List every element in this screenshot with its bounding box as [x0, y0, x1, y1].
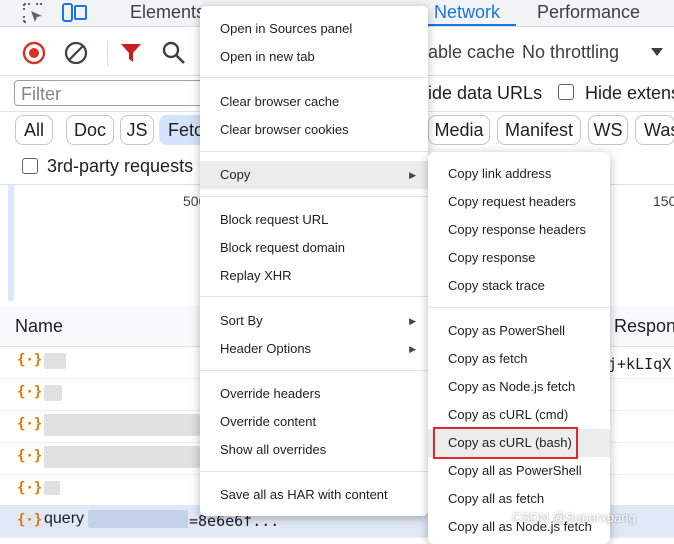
menu-item-save-har[interactable]: Save all as HAR with content	[200, 481, 428, 509]
search-icon[interactable]	[162, 41, 186, 65]
xhr-icon: {·}	[17, 480, 43, 496]
tab-elements[interactable]: Elements	[130, 0, 205, 26]
menu-item-copy-stack-trace[interactable]: Copy stack trace	[428, 272, 610, 300]
xhr-icon: {·}	[17, 352, 43, 368]
menu-item-open-in-sources[interactable]: Open in Sources panel	[200, 15, 428, 43]
xhr-icon: {·}	[17, 512, 43, 528]
menu-separator	[200, 77, 428, 78]
redacted-name	[88, 510, 188, 528]
menu-separator	[200, 370, 428, 371]
menu-item-copy-request-headers[interactable]: Copy request headers	[428, 188, 610, 216]
watermark: CSDN @Superxpang	[512, 510, 636, 525]
third-party-label[interactable]: 3rd-party requests	[47, 156, 193, 177]
redacted-name	[44, 446, 200, 468]
chip-wasm[interactable]: Was	[635, 115, 674, 145]
hide-extensions-label[interactable]: Hide extens	[585, 83, 674, 104]
menu-item-open-in-new-tab[interactable]: Open in new tab	[200, 43, 428, 71]
name-column-header[interactable]: Name	[15, 316, 63, 337]
menu-separator	[200, 296, 428, 297]
context-menu: Open in Sources panel Open in new tab Cl…	[200, 6, 428, 516]
filter-icon[interactable]	[120, 42, 142, 64]
menu-item-block-domain[interactable]: Block request domain	[200, 234, 428, 262]
chip-doc[interactable]: Doc	[66, 115, 114, 145]
menu-item-show-overrides[interactable]: Show all overrides	[200, 436, 428, 464]
request-name: query	[44, 510, 85, 527]
third-party-checkbox[interactable]	[22, 158, 38, 174]
menu-item-block-url[interactable]: Block request URL	[200, 206, 428, 234]
chip-manifest[interactable]: Manifest	[497, 115, 581, 145]
throttling-select[interactable]: No throttling	[522, 42, 619, 63]
redacted-name	[44, 414, 200, 436]
overview-tick: 150	[653, 193, 674, 209]
copy-submenu: Copy link address Copy request headers C…	[428, 152, 610, 544]
menu-item-clear-cache[interactable]: Clear browser cache	[200, 88, 428, 116]
filter-input[interactable]: Filter	[14, 80, 204, 106]
xhr-icon: {·}	[17, 448, 43, 464]
menu-item-copy-label: Copy	[220, 167, 251, 182]
device-toolbar-icon[interactable]	[62, 2, 88, 24]
chip-ws[interactable]: WS	[588, 115, 628, 145]
menu-separator	[200, 151, 428, 152]
menu-separator	[200, 196, 428, 197]
menu-item-copy-response-headers[interactable]: Copy response headers	[428, 216, 610, 244]
inspect-icon[interactable]	[22, 2, 44, 24]
submenu-arrow-icon: ▶	[409, 344, 416, 354]
overview-bar	[8, 185, 14, 301]
menu-item-override-content[interactable]: Override content	[200, 408, 428, 436]
menu-item-clear-cookies[interactable]: Clear browser cookies	[200, 116, 428, 144]
response-column-header[interactable]: Respons	[614, 316, 674, 337]
menu-item-replay-xhr[interactable]: Replay XHR	[200, 262, 428, 290]
response-preview: j+kLIqX	[608, 355, 672, 373]
menu-item-copy-all-as-powershell[interactable]: Copy all as PowerShell	[428, 457, 610, 485]
menu-item-sort-by-label: Sort By	[220, 313, 263, 328]
disable-cache-label[interactable]: able cache	[428, 42, 515, 63]
menu-separator	[428, 307, 610, 308]
hide-extensions-checkbox[interactable]	[558, 84, 574, 100]
redacted-name	[44, 481, 60, 495]
chip-all[interactable]: All	[15, 115, 53, 145]
menu-item-header-options[interactable]: Header Options ▶	[200, 335, 428, 363]
tab-network[interactable]: Network	[434, 0, 500, 26]
xhr-icon: {·}	[17, 416, 43, 432]
menu-item-copy-as-curl-cmd[interactable]: Copy as cURL (cmd)	[428, 401, 610, 429]
record-icon[interactable]	[22, 41, 46, 65]
menu-item-copy-response[interactable]: Copy response	[428, 244, 610, 272]
menu-separator	[200, 471, 428, 472]
submenu-arrow-icon: ▶	[409, 316, 416, 326]
menu-item-header-options-label: Header Options	[220, 341, 312, 356]
menu-item-copy-link-address[interactable]: Copy link address	[428, 160, 610, 188]
menu-item-copy[interactable]: Copy ▶	[200, 161, 428, 189]
dropdown-icon[interactable]	[650, 46, 664, 58]
redacted-name	[44, 385, 62, 401]
toolbar-divider	[107, 40, 108, 66]
menu-item-copy-as-nodejs-fetch[interactable]: Copy as Node.js fetch	[428, 373, 610, 401]
tab-performance[interactable]: Performance	[537, 0, 640, 26]
menu-item-copy-as-fetch[interactable]: Copy as fetch	[428, 345, 610, 373]
xhr-icon: {·}	[17, 384, 43, 400]
menu-item-override-headers[interactable]: Override headers	[200, 380, 428, 408]
menu-item-copy-all-as-fetch[interactable]: Copy all as fetch	[428, 485, 610, 513]
clear-icon[interactable]	[64, 41, 88, 65]
chip-js[interactable]: JS	[120, 115, 154, 145]
active-tab-indicator	[426, 24, 516, 26]
redacted-name	[44, 353, 66, 369]
submenu-arrow-icon: ▶	[409, 170, 416, 180]
hide-data-urls-label[interactable]: ide data URLs	[428, 83, 542, 104]
chip-media[interactable]: Media	[428, 115, 490, 145]
menu-item-copy-as-powershell[interactable]: Copy as PowerShell	[428, 317, 610, 345]
menu-item-sort-by[interactable]: Sort By ▶	[200, 307, 428, 335]
highlight-annotation	[433, 427, 578, 459]
